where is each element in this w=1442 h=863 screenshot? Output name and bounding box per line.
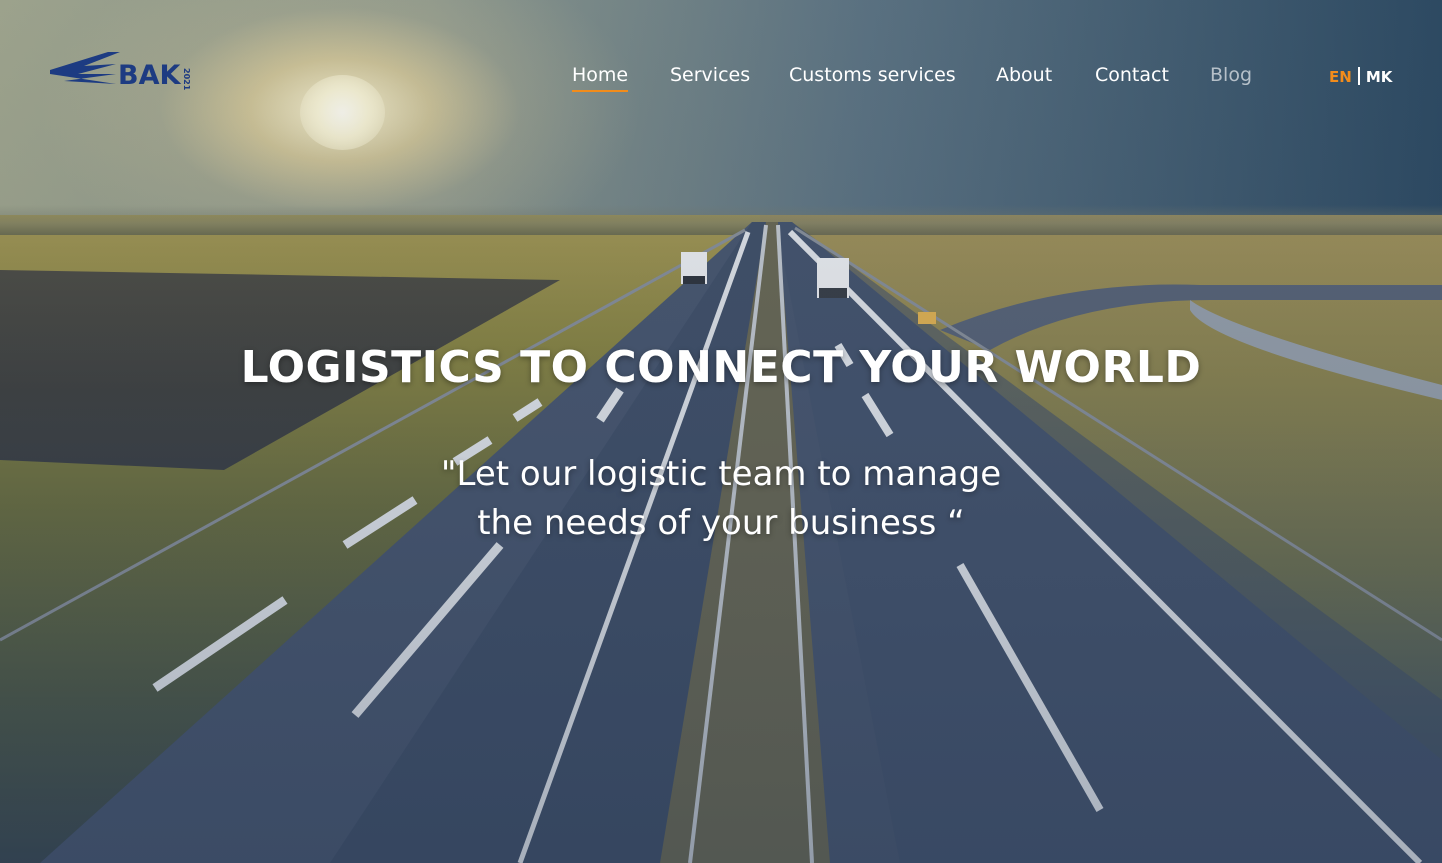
page: BAK 2021 Home Services Customs services … xyxy=(0,0,1442,863)
lang-divider xyxy=(1357,67,1360,85)
hero-quote-line-1: "Let our logistic team to manage xyxy=(440,454,1002,494)
hero-title: LOGISTICS TO CONNECT YOUR WORLD xyxy=(240,342,1202,393)
nav-services[interactable]: Services xyxy=(670,64,750,86)
hero-quote-line-2: the needs of your business “ xyxy=(477,503,965,543)
color-tint-overlay xyxy=(0,0,1442,863)
lang-mk[interactable]: MK xyxy=(1366,68,1393,86)
language-switcher: EN MK xyxy=(1329,67,1392,86)
nav-blog[interactable]: Blog xyxy=(1210,64,1252,86)
main-nav: Home Services Customs services About Con… xyxy=(0,60,1442,100)
nav-home[interactable]: Home xyxy=(572,64,629,92)
lang-en[interactable]: EN xyxy=(1329,68,1352,86)
hero-quote: "Let our logistic team to manage the nee… xyxy=(0,450,1442,548)
nav-customs-services[interactable]: Customs services xyxy=(789,64,956,86)
nav-about[interactable]: About xyxy=(996,64,1052,86)
nav-contact[interactable]: Contact xyxy=(1095,64,1169,86)
